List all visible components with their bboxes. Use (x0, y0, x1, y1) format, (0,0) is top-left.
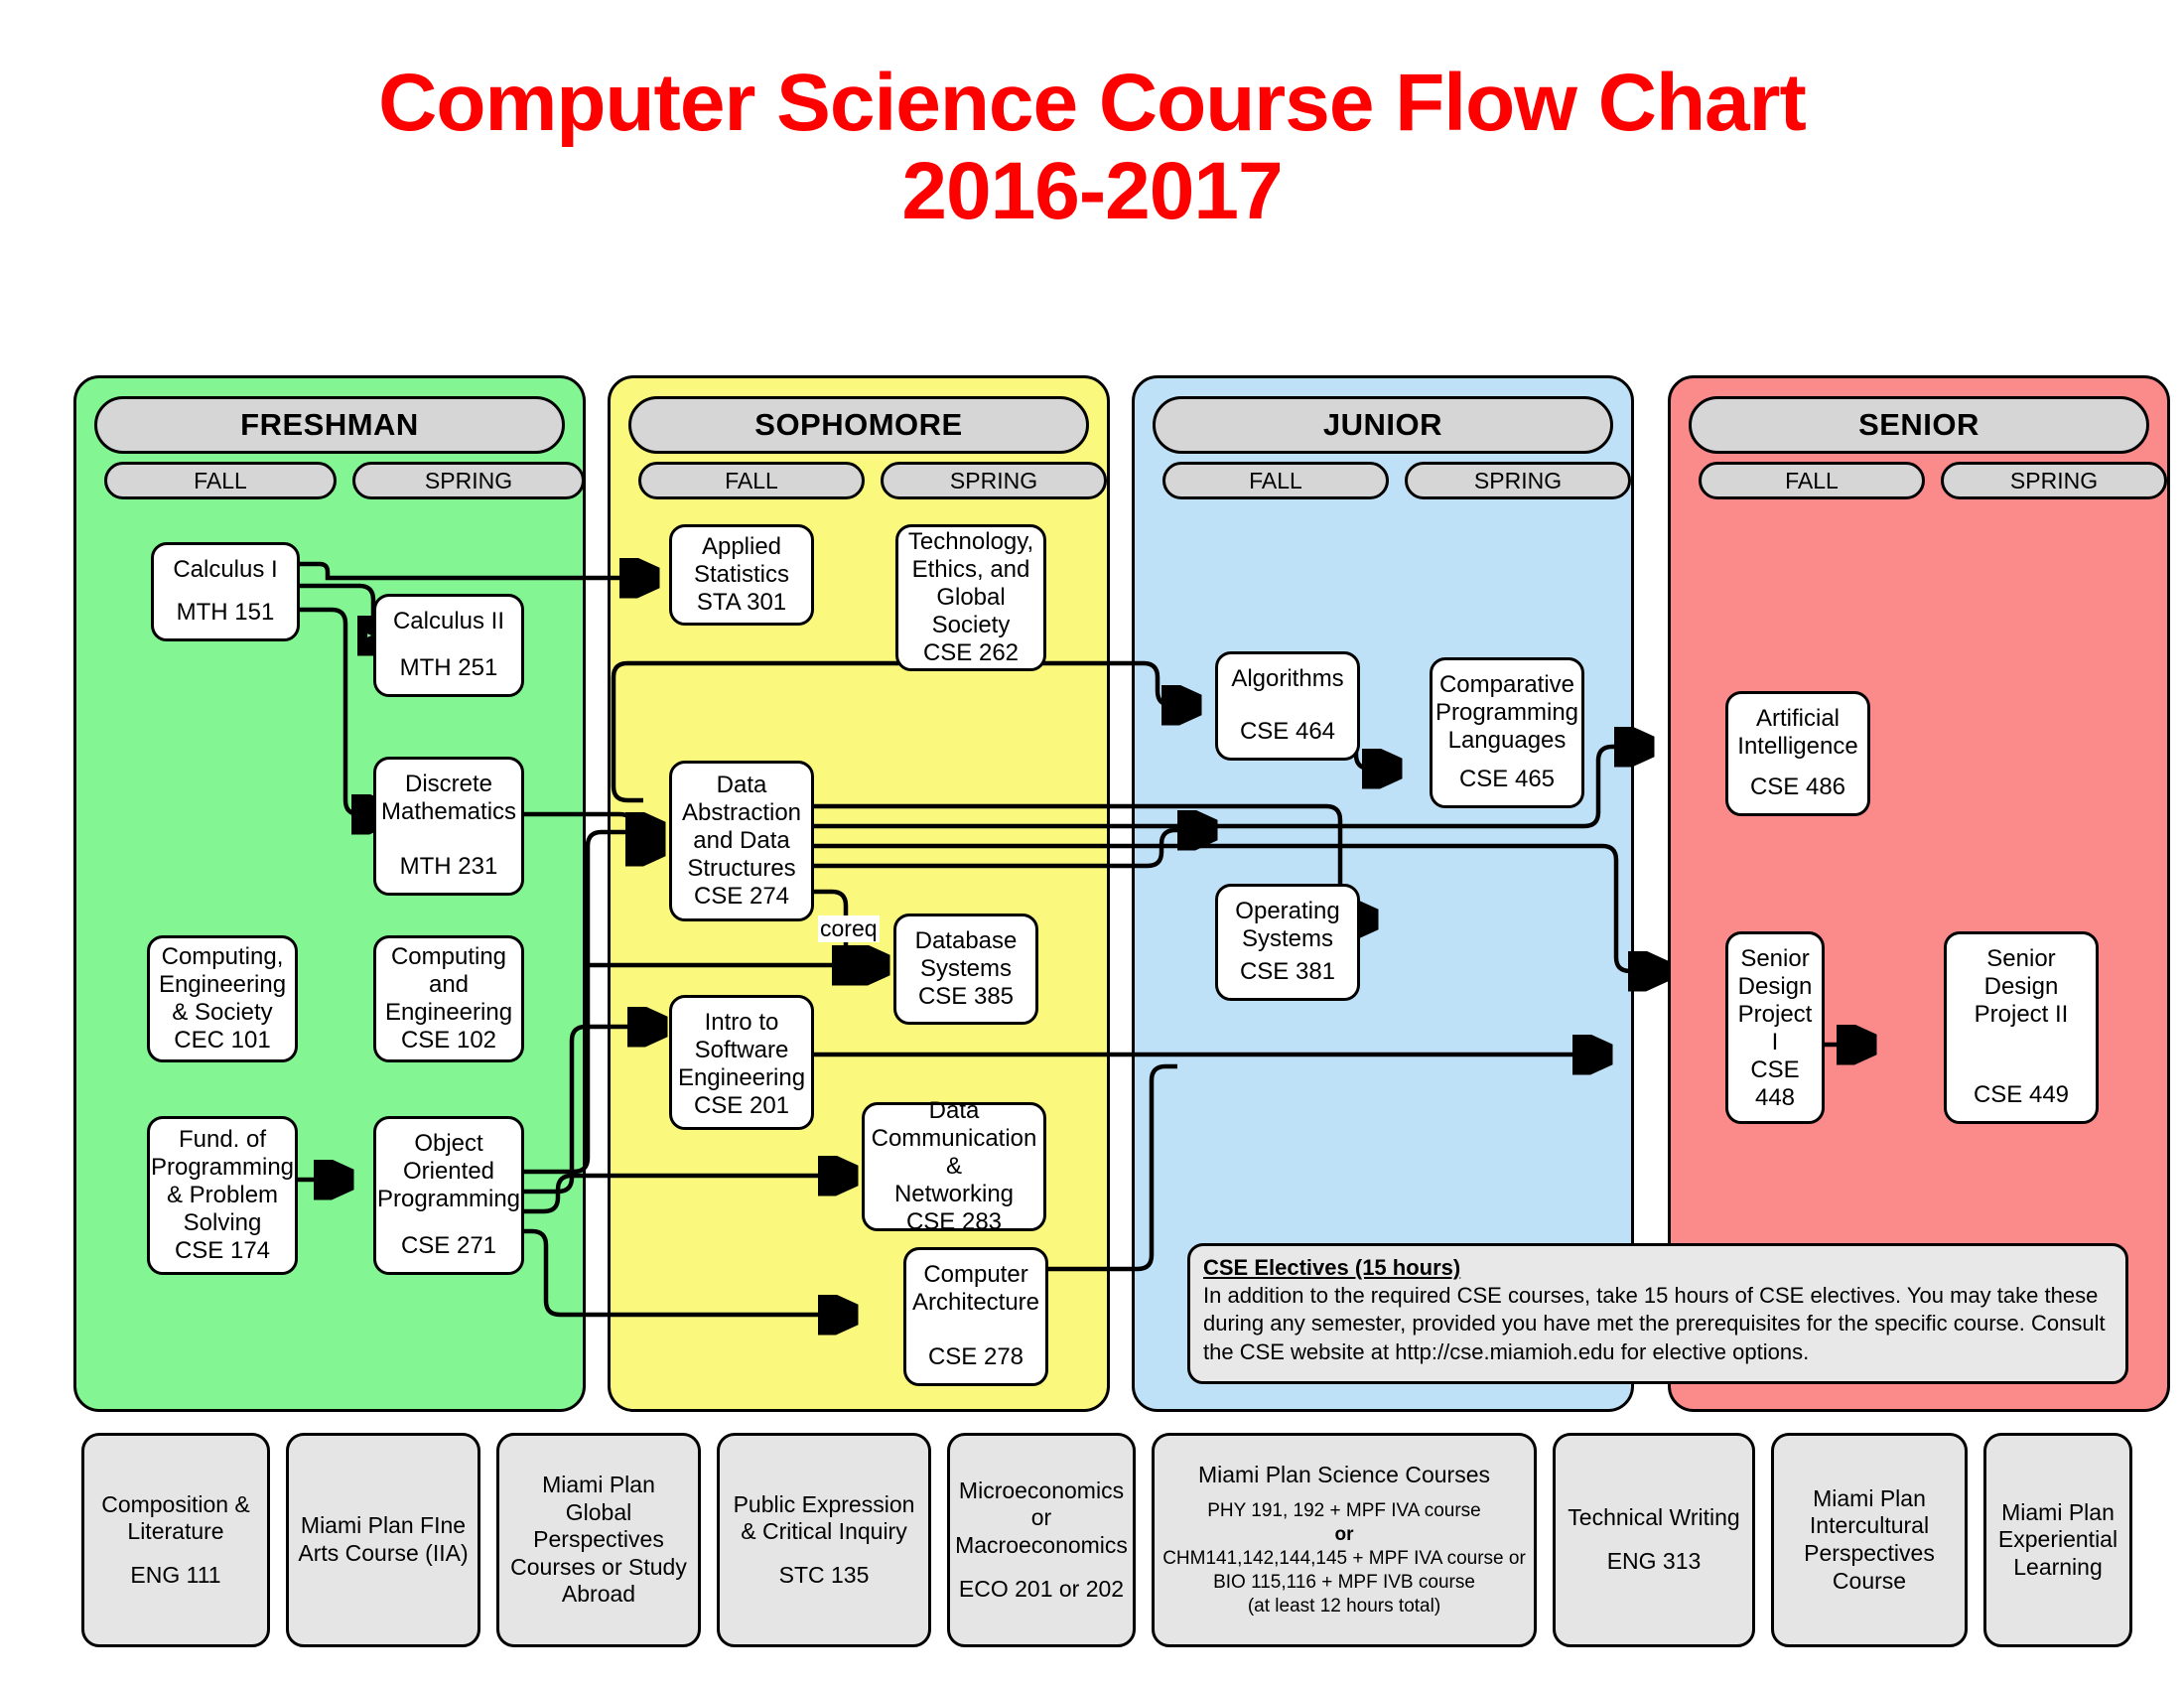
course-name-cse174: Fund. of Programming & Problem Solving (150, 1125, 295, 1237)
course-code-sta301: STA 301 (696, 589, 787, 617)
course-code-cse464: CSE 464 (1239, 717, 1336, 745)
course-box-cse465[interactable]: Comparative Programming Languages CSE 46… (1430, 657, 1584, 808)
course-code-cse274: CSE 274 (693, 883, 790, 911)
course-box-cse174[interactable]: Fund. of Programming & Problem Solving C… (147, 1116, 298, 1275)
coreq-label: coreq (818, 915, 880, 942)
course-code-cse174: CSE 174 (174, 1237, 271, 1265)
course-box-cec101[interactable]: Computing, Engineering & Society CEC 101 (147, 935, 298, 1062)
course-box-cse271[interactable]: Object Oriented Programming CSE 271 (373, 1116, 524, 1275)
course-code-cse486: CSE 486 (1749, 773, 1846, 800)
course-code-cse262: CSE 262 (922, 639, 1020, 667)
course-box-cse278[interactable]: Computer Architecture CSE 278 (903, 1247, 1048, 1386)
course-name-cse385: Database Systems (914, 927, 1018, 983)
course-box-cse274[interactable]: Data Abstraction and Data Structures CSE… (669, 761, 814, 921)
course-name-mth231: Discrete Mathematics (380, 771, 517, 826)
electives-heading: CSE Electives (15 hours) (1203, 1255, 1461, 1280)
course-name-cse464: Algorithms (1231, 665, 1344, 692)
course-name-cse465: Comparative Programming Languages (1434, 671, 1579, 755)
course-box-cse283[interactable]: Data Communication & Networking CSE 283 (862, 1097, 1046, 1235)
course-box-cse201[interactable]: Intro to Software Engineering CSE 201 (669, 995, 814, 1130)
course-box-cse464[interactable]: Algorithms CSE 464 (1215, 651, 1360, 761)
course-name-cse278: Computer Architecture (911, 1261, 1040, 1317)
course-box-cse486[interactable]: Artificial Intelligence CSE 486 (1725, 691, 1870, 816)
course-code-cse283: CSE 283 (905, 1208, 1003, 1236)
electives-body: In addition to the required CSE courses,… (1203, 1282, 2106, 1364)
prerequisite-connectors (298, 0, 2184, 1688)
course-name-cse271: Object Oriented Programming (376, 1130, 521, 1213)
course-code-cse465: CSE 465 (1458, 765, 1556, 792)
course-code-mth151: MTH 151 (176, 598, 275, 626)
course-code-cse102: CSE 102 (400, 1027, 497, 1055)
course-box-cse262[interactable]: Technology, Ethics, and Global Society C… (895, 524, 1046, 671)
course-box-cse385[interactable]: Database Systems CSE 385 (893, 914, 1038, 1025)
course-name-mth151: Calculus I (173, 556, 278, 583)
course-name-cse381: Operating Systems (1235, 898, 1340, 953)
course-box-mth151[interactable]: Calculus I MTH 151 (151, 542, 300, 641)
course-code-cse381: CSE 381 (1239, 957, 1336, 985)
course-code-cse278: CSE 278 (927, 1342, 1024, 1370)
course-name-cse102: Computing and Engineering (384, 942, 513, 1026)
course-name-cse283: Data Communication & Networking (871, 1096, 1037, 1208)
course-code-cse271: CSE 271 (400, 1231, 497, 1259)
course-code-mth231: MTH 231 (399, 852, 498, 880)
course-name-mth251: Calculus II (392, 608, 505, 634)
course-name-cse448: Senior Design Project I (1737, 945, 1813, 1056)
course-name-cse201: Intro to Software Engineering (677, 1009, 806, 1092)
course-box-mth251[interactable]: Calculus II MTH 251 (373, 594, 524, 697)
course-box-cse448[interactable]: Senior Design Project I CSE 448 (1725, 931, 1825, 1124)
course-name-cec101: Computing, Engineering & Society (158, 942, 287, 1026)
course-box-cse449[interactable]: Senior Design Project II CSE 449 (1944, 931, 2099, 1124)
course-code-mth251: MTH 251 (399, 653, 498, 681)
course-name-cse274: Data Abstraction and Data Structures (681, 771, 802, 883)
cse-electives-note: CSE Electives (15 hours) In addition to … (1187, 1243, 2128, 1384)
course-name-cse449: Senior Design Project II (1974, 945, 2069, 1029)
course-box-cse381[interactable]: Operating Systems CSE 381 (1215, 884, 1360, 1001)
course-name-sta301: Applied Statistics (693, 532, 790, 588)
course-code-cse448: CSE 448 (1750, 1056, 1800, 1112)
course-box-sta301[interactable]: Applied Statistics STA 301 (669, 524, 814, 626)
course-box-cse102[interactable]: Computing and Engineering CSE 102 (373, 935, 524, 1062)
course-name-cse262: Technology, Ethics, and Global Society (907, 527, 1034, 639)
course-code-cec101: CEC 101 (174, 1027, 271, 1055)
course-code-cse201: CSE 201 (693, 1092, 790, 1120)
course-code-cse449: CSE 449 (1973, 1080, 2070, 1108)
course-code-cse385: CSE 385 (917, 983, 1015, 1011)
course-box-mth231[interactable]: Discrete Mathematics MTH 231 (373, 757, 524, 896)
course-name-cse486: Artificial Intelligence (1737, 705, 1858, 761)
